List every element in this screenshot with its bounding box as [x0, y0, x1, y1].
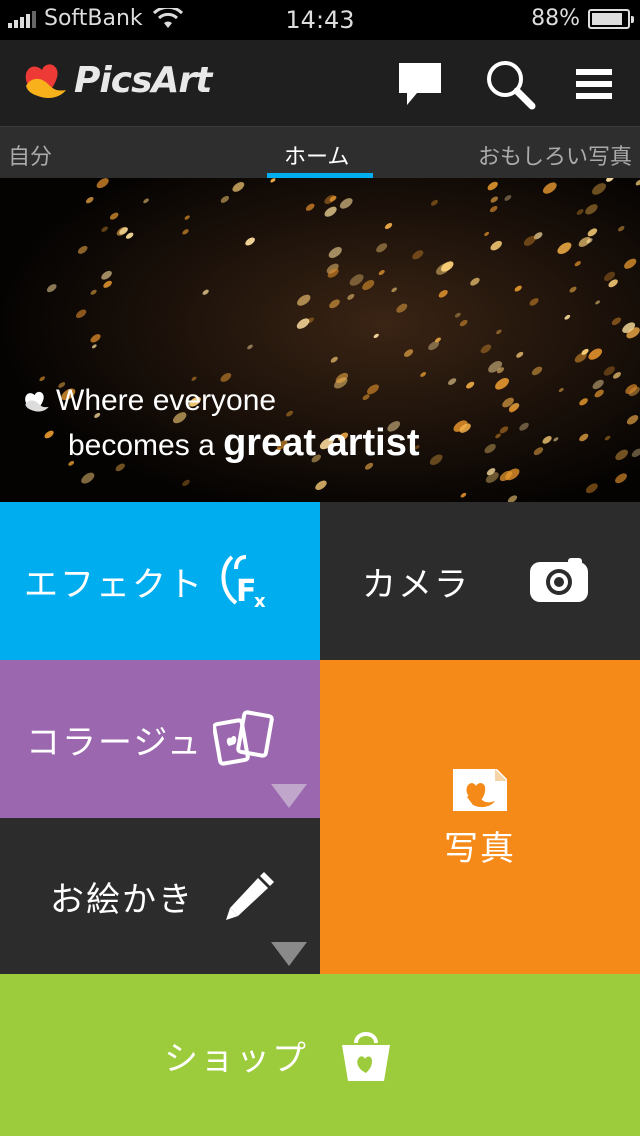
collage-icon: [212, 710, 274, 766]
fx-icon: F x: [221, 555, 266, 611]
banner-tagline: Where everyone becomes a great artist: [22, 384, 420, 465]
camera-icon: [530, 558, 588, 602]
chat-bubble-icon-glyph: [399, 63, 441, 105]
banner-line-1: Where everyone: [56, 384, 277, 417]
collage-expand-indicator: [271, 784, 307, 808]
battery-icon: [588, 8, 634, 29]
shop-label: ショップ: [164, 1038, 308, 1079]
shopping-bag-icon: [342, 1032, 390, 1081]
battery-percent: 88%: [531, 6, 580, 31]
collage-label: コラージュ: [26, 722, 203, 763]
banner-line-2-prefix: becomes a: [68, 429, 215, 462]
effects-tile[interactable]: エフェクト F x: [0, 502, 320, 660]
pencil-icon: [226, 872, 274, 920]
search-icon-glyph: [487, 61, 536, 110]
effects-label: エフェクト: [24, 564, 204, 605]
drawing-expand-indicator: [271, 942, 307, 966]
tab-home[interactable]: ホーム: [284, 139, 349, 171]
menu-icon[interactable]: [568, 58, 620, 110]
status-right: 88%: [531, 6, 634, 31]
drawing-label: お絵かき: [50, 879, 194, 920]
banner-line-2-bold: great artist: [223, 422, 420, 464]
picsart-heart-icon: [25, 64, 66, 98]
photo-tile[interactable]: 写真: [320, 660, 640, 974]
app-name: PicsArt: [74, 59, 212, 101]
app-header: PicsArt: [0, 40, 640, 126]
drawing-tile[interactable]: お絵かき: [0, 818, 320, 974]
photo-label: 写真: [444, 828, 516, 869]
picsart-logo[interactable]: PicsArt: [22, 56, 212, 104]
photo-icon: [453, 768, 507, 811]
hamburger-icon: [576, 69, 612, 99]
camera-label: カメラ: [362, 564, 470, 605]
status-bar: SoftBank 14:43 88%: [0, 0, 640, 40]
shop-tile[interactable]: ショップ: [0, 974, 640, 1136]
svg-text:x: x: [254, 591, 266, 611]
battery-level: [592, 12, 622, 25]
camera-tile[interactable]: カメラ: [320, 502, 640, 660]
tab-interesting-photos[interactable]: おもしろい写真: [478, 139, 632, 171]
search-icon[interactable]: [484, 58, 536, 110]
chat-bubble-icon[interactable]: [394, 58, 446, 110]
collage-tile[interactable]: コラージュ: [0, 660, 320, 818]
tab-me[interactable]: 自分: [8, 139, 52, 171]
tab-bar: 自分 ホーム おもしろい写真: [0, 126, 640, 178]
picsart-heart-icon: [25, 391, 49, 412]
hero-banner[interactable]: Where everyone becomes a great artist: [0, 178, 640, 502]
